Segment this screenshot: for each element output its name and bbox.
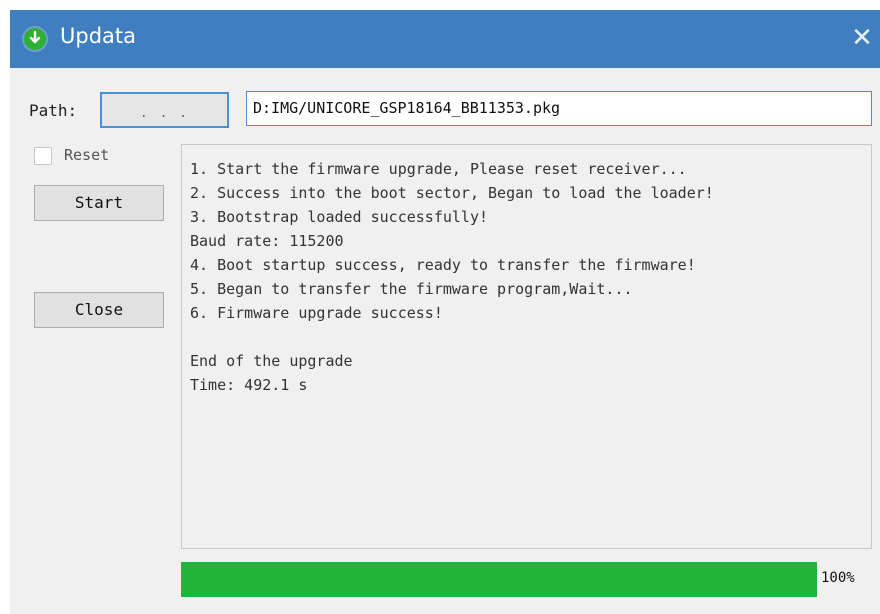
log-line: 4. Boot startup success, ready to transf… (190, 256, 696, 274)
log-line: 2. Success into the boot sector, Began t… (190, 184, 714, 202)
start-button[interactable]: Start (34, 185, 164, 221)
log-line: 1. Start the firmware upgrade, Please re… (190, 160, 687, 178)
path-label: Path: (29, 101, 78, 120)
title-bar[interactable]: Updata ✕ (10, 10, 880, 68)
close-icon[interactable]: ✕ (846, 22, 878, 54)
update-window: Updata ✕ Path: . . . D:IMG/UNICORE_GSP18… (10, 10, 880, 614)
log-line: End of the upgrade (190, 352, 353, 370)
close-button[interactable]: Close (34, 292, 164, 328)
log-line: 3. Bootstrap loaded successfully! (190, 208, 489, 226)
log-line: 5. Began to transfer the firmware progra… (190, 280, 633, 298)
progress-fill (181, 562, 817, 597)
path-input[interactable]: D:IMG/UNICORE_GSP18164_BB11353.pkg (246, 91, 872, 126)
log-line: Time: 492.1 s (190, 376, 308, 394)
log-line: Baud rate: 115200 (190, 232, 344, 250)
window-title: Updata (60, 24, 137, 48)
browse-button[interactable]: . . . (100, 92, 229, 128)
download-arrow-icon (24, 28, 46, 50)
progress-bar (181, 562, 817, 597)
log-line: 6. Firmware upgrade success! (190, 304, 443, 322)
reset-checkbox[interactable] (34, 147, 52, 165)
log-output[interactable]: 1. Start the firmware upgrade, Please re… (181, 144, 872, 549)
reset-label: Reset (64, 146, 110, 164)
progress-percent: 100% (821, 570, 855, 586)
